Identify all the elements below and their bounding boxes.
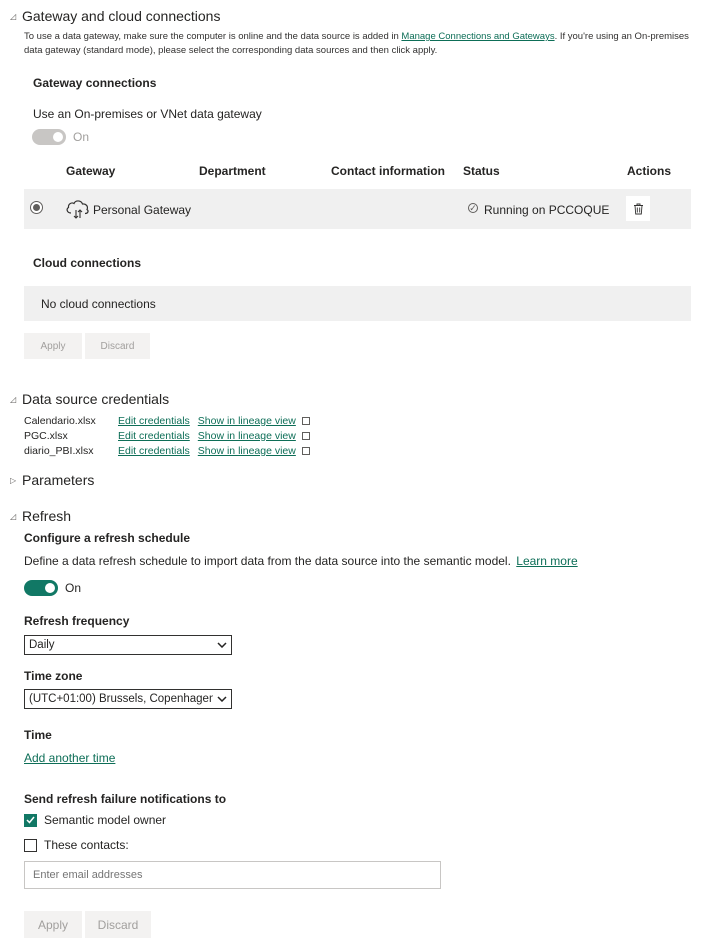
owner-checkbox[interactable] bbox=[24, 813, 37, 827]
time-zone-label: Time zone bbox=[24, 669, 83, 683]
use-gateway-label: Use an On-premises or VNet data gateway bbox=[33, 107, 262, 121]
credentials-section-header[interactable]: ◿ Data source credentials bbox=[10, 391, 169, 407]
time-label: Time bbox=[24, 728, 52, 742]
chevron-down-icon bbox=[213, 694, 231, 705]
collapse-caret-icon: ◿ bbox=[10, 394, 17, 404]
refresh-frequency-label: Refresh frequency bbox=[24, 614, 130, 628]
gateway-section-header[interactable]: ◿ Gateway and cloud connections bbox=[10, 8, 220, 24]
notifications-label: Send refresh failure notifications to bbox=[24, 792, 227, 806]
parameters-section-title: Parameters bbox=[22, 472, 95, 488]
refresh-section-title: Refresh bbox=[22, 508, 72, 524]
delete-button[interactable] bbox=[626, 196, 650, 221]
lineage-view-link[interactable]: Show in lineage view bbox=[198, 430, 296, 442]
manage-connections-link[interactable]: Manage Connections and Gateways bbox=[401, 31, 554, 42]
column-header-gateway: Gateway bbox=[66, 164, 116, 178]
refresh-toggle-group: On bbox=[24, 580, 81, 596]
column-header-department: Department bbox=[199, 164, 266, 178]
lineage-view-link[interactable]: Show in lineage view bbox=[198, 415, 296, 427]
add-another-time-link[interactable]: Add another time bbox=[24, 751, 115, 765]
time-zone-value: (UTC+01:00) Brussels, Copenhagen, bbox=[29, 693, 214, 705]
gateway-toggle-group: On bbox=[32, 129, 89, 145]
external-link-icon bbox=[301, 446, 310, 455]
gateway-name: Personal Gateway bbox=[93, 203, 192, 217]
email-addresses-input[interactable] bbox=[24, 861, 441, 889]
list-item: diario_PBI.xlsx Edit credentials Show in… bbox=[24, 443, 310, 458]
edit-credentials-link[interactable]: Edit credentials bbox=[118, 430, 190, 442]
no-cloud-connections: No cloud connections bbox=[24, 286, 691, 321]
chevron-down-icon bbox=[213, 640, 231, 651]
edit-credentials-link[interactable]: Edit credentials bbox=[118, 445, 190, 457]
credential-source-name: PGC.xlsx bbox=[24, 429, 68, 442]
refresh-frequency-select[interactable]: Daily bbox=[24, 635, 232, 655]
trash-icon bbox=[633, 203, 643, 214]
contacts-checkbox-label: These contacts: bbox=[44, 838, 129, 852]
status-check-icon: ✓ bbox=[468, 202, 478, 213]
column-header-status: Status bbox=[463, 164, 500, 178]
gateway-discard-button[interactable]: Discard bbox=[85, 333, 150, 359]
column-header-contact: Contact information bbox=[331, 164, 445, 178]
credential-source-name: Calendario.xlsx bbox=[24, 414, 96, 427]
table-row[interactable]: Personal Gateway ✓ Running on PCCOQUE bbox=[24, 189, 691, 229]
refresh-description: Define a data refresh schedule to import… bbox=[24, 554, 578, 568]
refresh-toggle-label: On bbox=[65, 581, 82, 595]
contacts-checkbox[interactable] bbox=[24, 838, 37, 852]
credentials-section-title: Data source credentials bbox=[22, 391, 170, 407]
checkmark-icon bbox=[26, 816, 35, 824]
list-item: Calendario.xlsx Edit credentials Show in… bbox=[24, 413, 310, 428]
edit-credentials-link[interactable]: Edit credentials bbox=[118, 415, 190, 427]
gateway-toggle-label: On bbox=[73, 130, 90, 144]
external-link-icon bbox=[301, 431, 310, 440]
external-link-icon bbox=[301, 416, 310, 425]
learn-more-link[interactable]: Learn more bbox=[516, 554, 577, 568]
refresh-apply-button[interactable]: Apply bbox=[24, 911, 82, 938]
expand-caret-icon: ▷ bbox=[10, 475, 17, 485]
credential-source-name: diario_PBI.xlsx bbox=[24, 444, 94, 457]
gateway-status: Running on PCCOQUE bbox=[484, 203, 610, 217]
lineage-view-link[interactable]: Show in lineage view bbox=[198, 445, 296, 457]
cloud-gateway-icon bbox=[65, 198, 91, 223]
gateway-connections-title: Gateway connections bbox=[33, 76, 157, 90]
gateway-toggle[interactable] bbox=[32, 129, 66, 145]
parameters-section-header[interactable]: ▷ Parameters bbox=[10, 472, 94, 488]
refresh-section-header[interactable]: ◿ Refresh bbox=[10, 508, 71, 524]
contacts-checkbox-group[interactable]: These contacts: bbox=[24, 838, 129, 852]
gateway-section-title: Gateway and cloud connections bbox=[22, 8, 221, 24]
refresh-frequency-value: Daily bbox=[29, 639, 55, 651]
gateway-apply-button[interactable]: Apply bbox=[24, 333, 82, 359]
owner-checkbox-label: Semantic model owner bbox=[44, 813, 167, 827]
cloud-connections-title: Cloud connections bbox=[33, 256, 141, 270]
column-header-actions: Actions bbox=[627, 164, 672, 178]
refresh-discard-button[interactable]: Discard bbox=[85, 911, 151, 938]
owner-checkbox-group[interactable]: Semantic model owner bbox=[24, 813, 166, 827]
collapse-caret-icon: ◿ bbox=[10, 511, 17, 521]
gateway-description: To use a data gateway, make sure the com… bbox=[24, 31, 689, 56]
refresh-toggle[interactable] bbox=[24, 580, 58, 596]
gateway-radio[interactable] bbox=[30, 201, 43, 214]
credentials-list: Calendario.xlsx Edit credentials Show in… bbox=[24, 413, 310, 458]
configure-schedule-title: Configure a refresh schedule bbox=[24, 531, 191, 545]
list-item: PGC.xlsx Edit credentials Show in lineag… bbox=[24, 428, 310, 443]
collapse-caret-icon: ◿ bbox=[10, 11, 17, 21]
time-zone-select[interactable]: (UTC+01:00) Brussels, Copenhagen, bbox=[24, 689, 232, 709]
